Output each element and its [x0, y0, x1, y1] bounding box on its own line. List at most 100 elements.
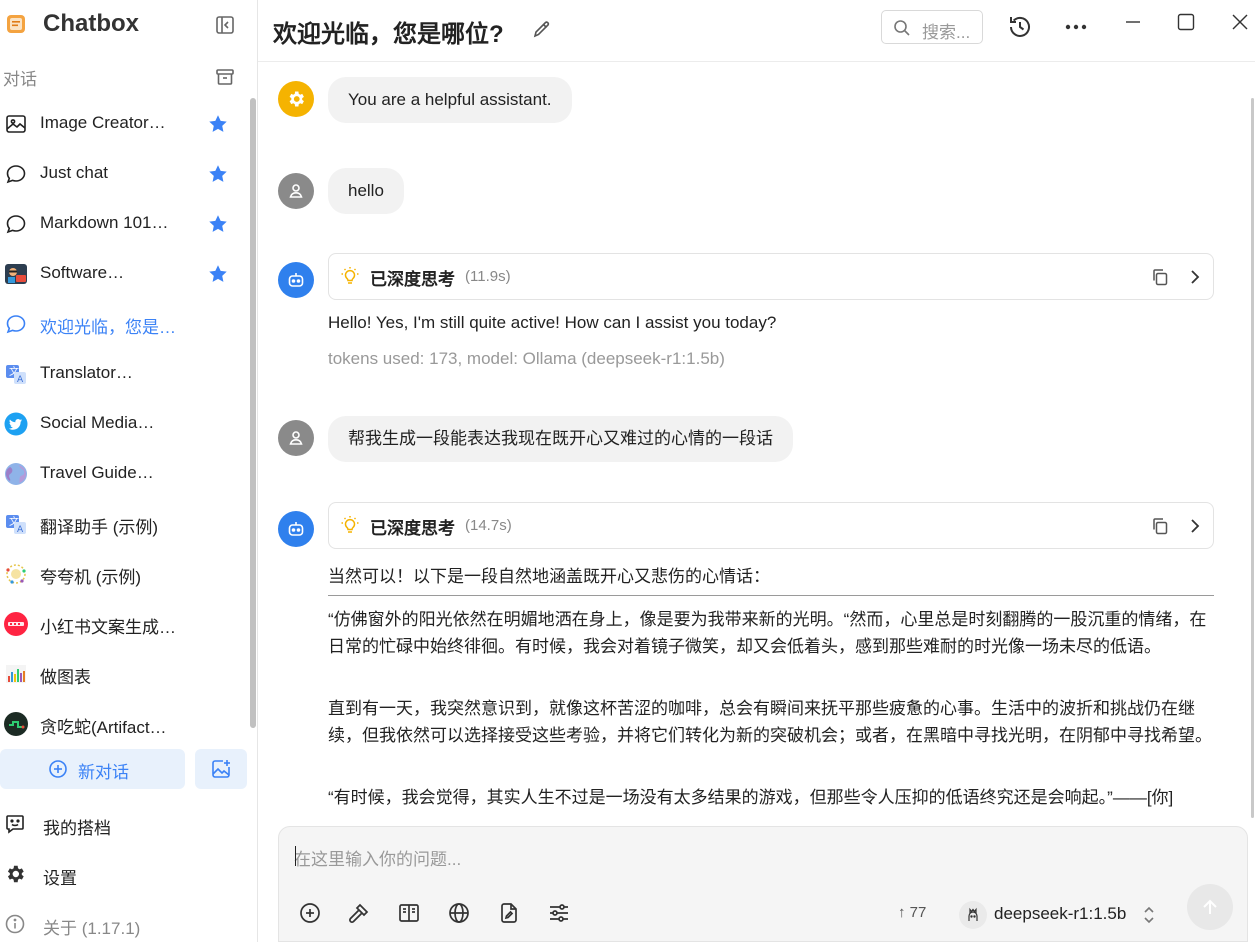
conversation-item[interactable]: 文A Translator… — [0, 349, 246, 399]
conversation-item[interactable]: 做图表 — [0, 649, 246, 699]
sparkle-avatar-icon — [4, 562, 28, 586]
brand-bar: Chatbox — [0, 0, 258, 50]
user-message-bubble[interactable]: 帮我生成一段能表达我现在既开心又难过的心情的一段话 — [328, 416, 793, 462]
about-item[interactable]: 关于 (1.17.1) — [0, 904, 246, 942]
text-caret — [295, 846, 296, 866]
search-button[interactable]: 搜索... — [881, 10, 983, 44]
attach-plus-icon[interactable] — [298, 901, 322, 925]
conversation-item[interactable]: 小红书文案生成… — [0, 599, 246, 649]
conversation-label: Translator… — [40, 363, 133, 382]
assistant-reply-paragraph: “有时候，我会觉得，其实人生不过是一场没有太多结果的游戏，但那些令人压抑的低语终… — [328, 788, 1174, 807]
model-name: deepseek-r1:1.5b — [994, 904, 1127, 923]
conversation-item[interactable]: Travel Guide… — [0, 449, 246, 499]
conversation-item[interactable]: Software… — [0, 249, 246, 299]
user-avatar — [278, 173, 314, 209]
image-icon — [4, 112, 28, 136]
conversation-label: Markdown 101… — [40, 213, 169, 232]
system-message-bubble[interactable]: You are a helpful assistant. — [328, 77, 572, 123]
search-icon — [892, 18, 912, 38]
assistant-avatar — [278, 511, 314, 547]
conversation-label: Social Media… — [40, 413, 155, 432]
chat-bubble-icon — [4, 212, 28, 236]
edit-title-icon[interactable] — [531, 18, 553, 40]
history-icon[interactable] — [1006, 13, 1034, 41]
context-count[interactable]: ↑ 77 — [898, 904, 926, 921]
thinking-duration: (14.7s) — [465, 517, 512, 534]
thinking-card[interactable]: 已深度思考 (11.9s) — [328, 253, 1214, 300]
star-icon[interactable] — [207, 113, 229, 135]
system-avatar — [278, 81, 314, 117]
search-placeholder: 搜索... — [922, 23, 971, 42]
about-label: 关于 (1.17.1) — [43, 919, 141, 938]
more-options-icon[interactable] — [1063, 15, 1089, 39]
star-icon[interactable] — [207, 163, 229, 185]
gear-icon — [289, 91, 304, 107]
my-partners-label: 我的搭档 — [43, 819, 111, 838]
sidebar-scrollbar-thumb[interactable] — [250, 98, 256, 728]
thinking-duration: (11.9s) — [465, 268, 511, 285]
message-input-area[interactable]: 在这里输入你的问题... ↑ 77 deepseek-r1:1.5b — [278, 826, 1248, 942]
user-message-bubble[interactable]: hello — [328, 168, 404, 214]
message-input[interactable]: 在这里输入你的问题... — [294, 845, 461, 870]
knowledge-book-icon[interactable] — [397, 901, 421, 925]
message-scrollbar-thumb[interactable] — [1251, 98, 1254, 818]
settings-sliders-icon[interactable] — [547, 901, 571, 925]
chat-smile-icon — [4, 813, 26, 835]
chat-title: 欢迎光临，您是哪位? — [273, 21, 504, 48]
window-close-icon[interactable] — [1230, 12, 1250, 32]
twitter-icon — [4, 412, 28, 436]
svg-text:A: A — [17, 525, 24, 535]
conversation-label: 欢迎光临，您是… — [40, 318, 176, 337]
settings-item[interactable]: 设置 — [0, 854, 246, 894]
web-search-globe-icon[interactable] — [447, 901, 471, 925]
conversation-item[interactable]: 文A 翻译助手 (示例) — [0, 499, 246, 549]
conversations-section-label: 对话 — [3, 70, 37, 89]
conversation-label: Image Creator… — [40, 113, 166, 132]
new-chat-button[interactable]: 新对话 — [0, 749, 185, 789]
conversation-label: 小红书文案生成… — [40, 618, 176, 637]
snake-game-icon — [4, 712, 28, 736]
chart-icon — [4, 662, 28, 686]
assistant-avatar — [278, 262, 314, 298]
assistant-reply-paragraph: “仿佛窗外的阳光依然在明媚地洒在身上，像是要为我带来新的光明。“然而，心里总是时… — [328, 610, 1207, 656]
conversation-label: 翻译助手 (示例) — [40, 518, 159, 537]
arrow-up-icon — [1203, 899, 1217, 914]
window-minimize-icon[interactable] — [1123, 8, 1143, 28]
archive-icon[interactable] — [214, 66, 236, 88]
send-button[interactable] — [1187, 884, 1233, 930]
settings-label: 设置 — [43, 869, 77, 888]
conversation-item[interactable]: Just chat — [0, 149, 246, 199]
conversation-label: Software… — [40, 263, 125, 282]
lightbulb-icon — [340, 266, 360, 286]
conversation-item[interactable]: 夸夸机 (示例) — [0, 549, 246, 599]
window-maximize-icon[interactable] — [1176, 12, 1196, 32]
thinking-card[interactable]: 已深度思考 (14.7s) — [328, 502, 1214, 549]
conversation-label: 夸夸机 (示例) — [40, 568, 142, 587]
thinking-label: 已深度思考 — [370, 519, 455, 538]
chevron-right-icon[interactable] — [1184, 267, 1204, 287]
copy-icon[interactable] — [1150, 516, 1170, 536]
new-image-chat-button[interactable] — [195, 749, 247, 789]
conversation-item-active[interactable]: 欢迎光临，您是… — [0, 299, 246, 349]
assistant-message-meta: tokens used: 173, model: Ollama (deepsee… — [328, 349, 725, 368]
robot-icon — [288, 522, 304, 536]
copy-icon[interactable] — [1150, 267, 1170, 287]
my-partners-item[interactable]: 我的搭档 — [0, 804, 246, 844]
collapse-sidebar-icon[interactable] — [214, 14, 236, 36]
sidebar: Chatbox 对话 Image Creator… Just chat Mark… — [0, 0, 258, 942]
globe-icon — [4, 462, 28, 486]
conversation-item[interactable]: Image Creator… — [0, 99, 246, 149]
conversation-item[interactable]: Social Media… — [0, 399, 246, 449]
star-icon[interactable] — [207, 263, 229, 285]
conversation-item[interactable]: 贪吃蛇(Artifact… — [0, 699, 246, 739]
chevron-right-icon[interactable] — [1184, 516, 1204, 536]
hammer-tools-icon[interactable] — [347, 901, 371, 925]
chat-bubble-icon — [4, 162, 28, 186]
conversation-item[interactable]: Markdown 101… — [0, 199, 246, 249]
divider — [328, 595, 1214, 596]
star-icon[interactable] — [207, 213, 229, 235]
document-edit-icon[interactable] — [497, 901, 521, 925]
developer-avatar-icon — [4, 262, 28, 286]
app-name: Chatbox — [43, 10, 139, 37]
user-icon — [289, 431, 303, 445]
